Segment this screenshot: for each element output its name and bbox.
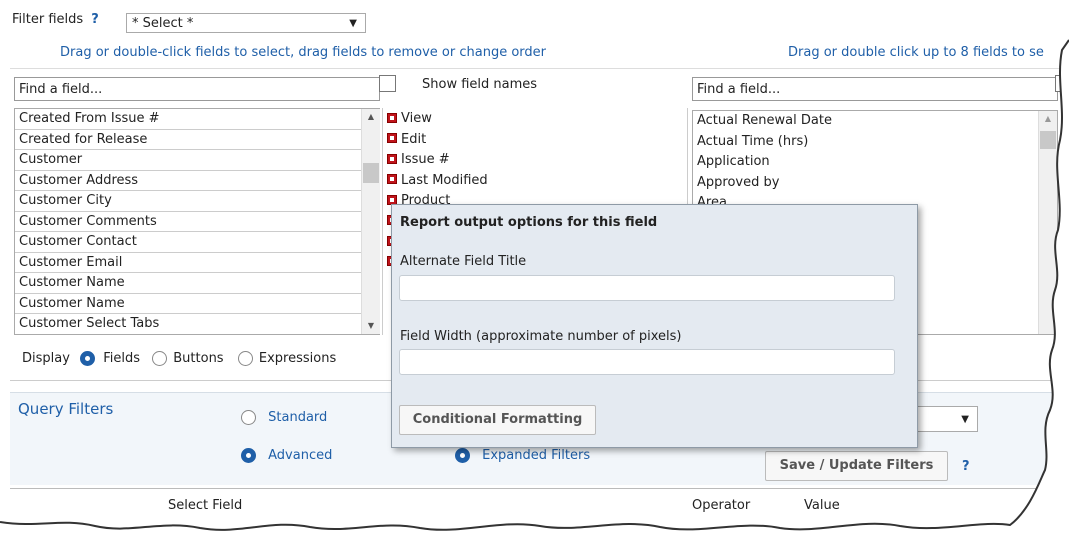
torn-edge-decoration [0,39,1069,537]
